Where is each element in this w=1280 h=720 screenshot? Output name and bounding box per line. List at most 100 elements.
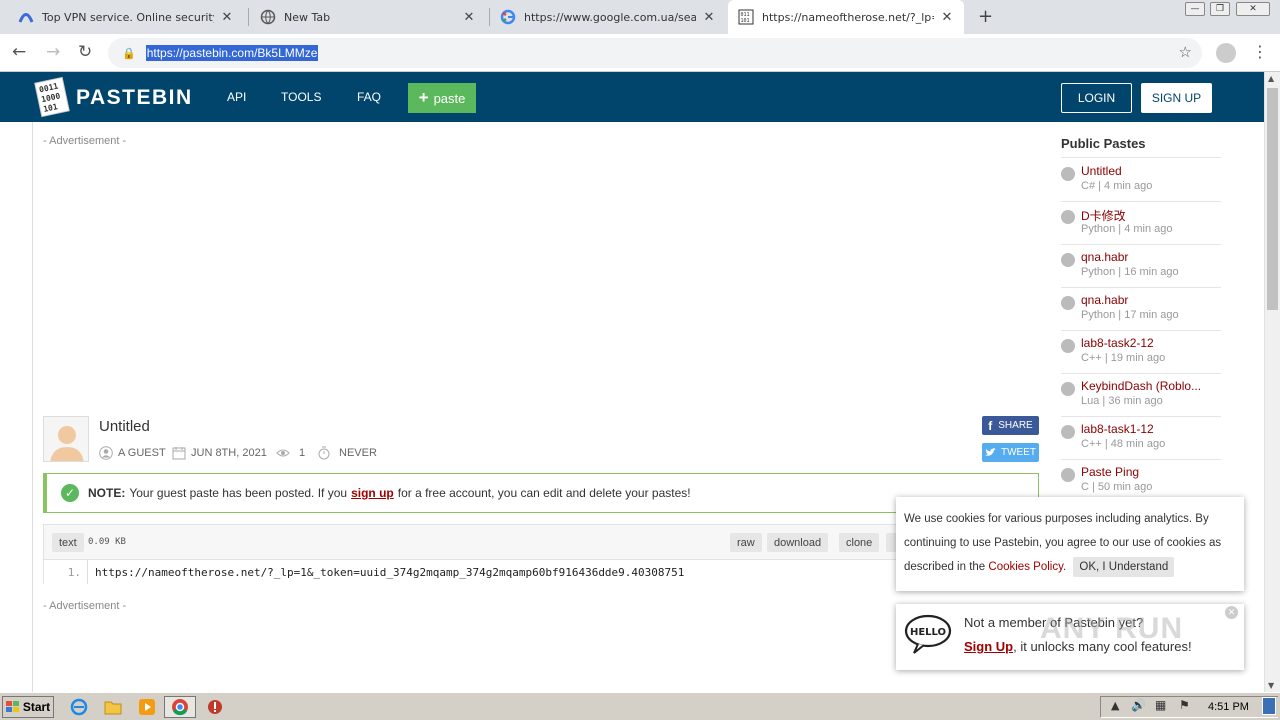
clone-button[interactable]: clone [839, 533, 880, 552]
url-text[interactable]: https://pastebin.com/Bk5LMMze [145, 45, 319, 61]
globe-icon [1061, 468, 1075, 482]
profile-avatar-icon[interactable] [1216, 43, 1236, 63]
scrollbar-thumb[interactable] [1267, 88, 1278, 310]
popup-close-icon[interactable]: ✕ [1225, 606, 1238, 619]
address-bar[interactable]: 🔒 https://pastebin.com/Bk5LMMze ☆ [108, 38, 1202, 68]
signup-button[interactable]: SIGN UP [1141, 83, 1212, 113]
public-paste-name[interactable]: lab8-task1-12 [1081, 422, 1221, 436]
facebook-icon: f [988, 418, 993, 433]
chrome-taskbar-button[interactable] [164, 696, 196, 718]
globe-icon [1061, 425, 1075, 439]
tab-google-search[interactable]: https://www.google.com.ua/search? ✕ [490, 0, 726, 34]
tab-title: https://nameoftherose.net/?_lp=1& [762, 10, 934, 24]
paste-date: JUN 8TH, 2021 [172, 446, 267, 460]
globe-icon [1061, 253, 1075, 267]
page-scrollbar[interactable]: ▲ ▼ [1264, 72, 1280, 692]
tray-expand-icon[interactable]: ▲ [1111, 699, 1119, 712]
twitter-icon [985, 448, 996, 456]
syntax-badge[interactable]: text [52, 533, 84, 552]
network-icon[interactable]: ▦ [1155, 698, 1166, 712]
globe-icon [1061, 167, 1075, 181]
folder-icon[interactable] [104, 698, 122, 716]
cookies-policy-link[interactable]: Cookies Policy [988, 561, 1063, 573]
new-paste-button[interactable]: + paste [408, 83, 476, 113]
views-count: 1 [299, 447, 306, 459]
show-desktop-icon[interactable] [1262, 697, 1276, 715]
tweet-button[interactable]: TWEET [982, 443, 1039, 462]
file-size: 0.09 KB [88, 537, 126, 547]
volume-icon[interactable]: 🔊 [1131, 698, 1146, 712]
expire-text: NEVER [339, 447, 377, 459]
maximize-button[interactable]: ❐ [1210, 2, 1230, 16]
site-header: 0011 1000 101 PASTEBIN API TOOLS FAQ + p… [0, 72, 1264, 122]
plus-icon: + [418, 88, 429, 107]
media-player-icon[interactable] [138, 698, 156, 716]
stop-sign-icon[interactable] [206, 698, 224, 716]
start-label: Start [22, 700, 51, 714]
lock-icon: 🔒 [122, 46, 136, 60]
public-paste-name[interactable]: Paste Ping [1081, 465, 1221, 479]
download-button[interactable]: download [767, 533, 829, 552]
close-icon[interactable]: ✕ [220, 10, 234, 25]
code-line: 1. https://nameoftherose.net/?_lp=1&_tok… [44, 559, 902, 584]
cookie-consent-banner: We use cookies for various purposes incl… [896, 497, 1244, 591]
cookie-ok-button[interactable]: OK, I Understand [1073, 557, 1175, 577]
back-arrow-icon[interactable]: ← [12, 42, 26, 62]
nav-api[interactable]: API [227, 90, 246, 104]
reload-icon[interactable]: ↻ [78, 42, 92, 62]
forward-arrow-icon[interactable]: → [46, 42, 60, 62]
public-paste-meta: C++ | 19 min ago [1081, 352, 1166, 364]
user-icon [99, 446, 113, 460]
code-box: text 0.09 KB raw download clone 1. https… [43, 524, 904, 584]
minimize-button[interactable]: — [1185, 2, 1205, 16]
browser-toolbar: ← → ↻ 🔒 https://pastebin.com/Bk5LMMze ☆ … [0, 34, 1280, 72]
close-icon[interactable]: ✕ [940, 10, 954, 25]
start-button[interactable]: Start [2, 696, 54, 718]
window-close-button[interactable]: ✕ [1236, 2, 1270, 16]
public-paste-name[interactable]: qna.habr [1081, 250, 1221, 264]
stopwatch-icon [318, 446, 330, 460]
internet-explorer-icon[interactable] [70, 698, 88, 716]
hello-speech-bubble-icon: HELLO [904, 614, 952, 654]
nav-faq[interactable]: FAQ [357, 90, 381, 104]
public-paste-name[interactable]: Untitled [1081, 164, 1221, 178]
menu-dots-icon[interactable]: ⋮ [1252, 42, 1268, 61]
public-paste-meta: Python | 16 min ago [1081, 266, 1179, 278]
site-logo-text[interactable]: PASTEBIN [76, 86, 193, 110]
nav-tools[interactable]: TOOLS [281, 90, 321, 104]
scroll-up-arrow-icon[interactable]: ▲ [1268, 74, 1274, 83]
pastebin-logo-icon[interactable]: 0011 1000 101 [34, 75, 70, 119]
action-center-flag-icon[interactable]: ⚑ [1179, 698, 1190, 712]
public-paste-name[interactable]: KeybindDash (Roblo... [1081, 379, 1221, 393]
code-text[interactable]: https://nameoftherose.net/?_lp=1&_token=… [88, 566, 684, 579]
public-paste-meta: Python | 17 min ago [1081, 309, 1179, 321]
windows-flag-icon [5, 701, 19, 712]
raw-button[interactable]: raw [730, 533, 762, 552]
author-name: A GUEST [118, 447, 166, 459]
public-paste-name[interactable]: lab8-task2-12 [1081, 336, 1221, 350]
public-paste-meta: C++ | 48 min ago [1081, 438, 1166, 450]
windows-taskbar: Start ▲ 🔊 ▦ ⚑ 4:51 PM [0, 692, 1280, 720]
login-button[interactable]: LOGIN [1061, 83, 1132, 113]
tab-new-tab[interactable]: New Tab ✕ [250, 0, 486, 34]
notice-signup-link[interactable]: sign up [351, 486, 394, 500]
advertisement-label-bottom: - Advertisement - [43, 600, 127, 612]
popup-signup-link[interactable]: Sign Up [964, 639, 1013, 654]
new-tab-button[interactable]: + [978, 6, 993, 27]
public-pastes-title: Public Pastes [1061, 136, 1146, 151]
public-paste-meta: C | 50 min ago [1081, 481, 1153, 493]
close-icon[interactable]: ✕ [462, 10, 476, 25]
paste-views: 1 [276, 446, 305, 460]
browser-tab-strip: Top VPN service. Online security star ✕ … [0, 0, 1280, 34]
public-paste-name[interactable]: qna.habr [1081, 293, 1221, 307]
tab-nameoftherose[interactable]: 011101 https://nameoftherose.net/?_lp=1&… [728, 0, 964, 34]
close-icon[interactable]: ✕ [702, 10, 716, 25]
tab-vpn[interactable]: Top VPN service. Online security star ✕ [8, 0, 244, 34]
screen: Top VPN service. Online security star ✕ … [0, 0, 1280, 720]
scroll-down-arrow-icon[interactable]: ▼ [1268, 681, 1274, 690]
bookmark-star-icon[interactable]: ☆ [1179, 43, 1192, 61]
eye-icon [276, 449, 290, 457]
facebook-share-button[interactable]: f SHARE [982, 416, 1039, 435]
public-paste-name[interactable]: D卡修改 [1081, 207, 1221, 224]
notice-text-before: Your guest paste has been posted. If you [129, 486, 348, 500]
